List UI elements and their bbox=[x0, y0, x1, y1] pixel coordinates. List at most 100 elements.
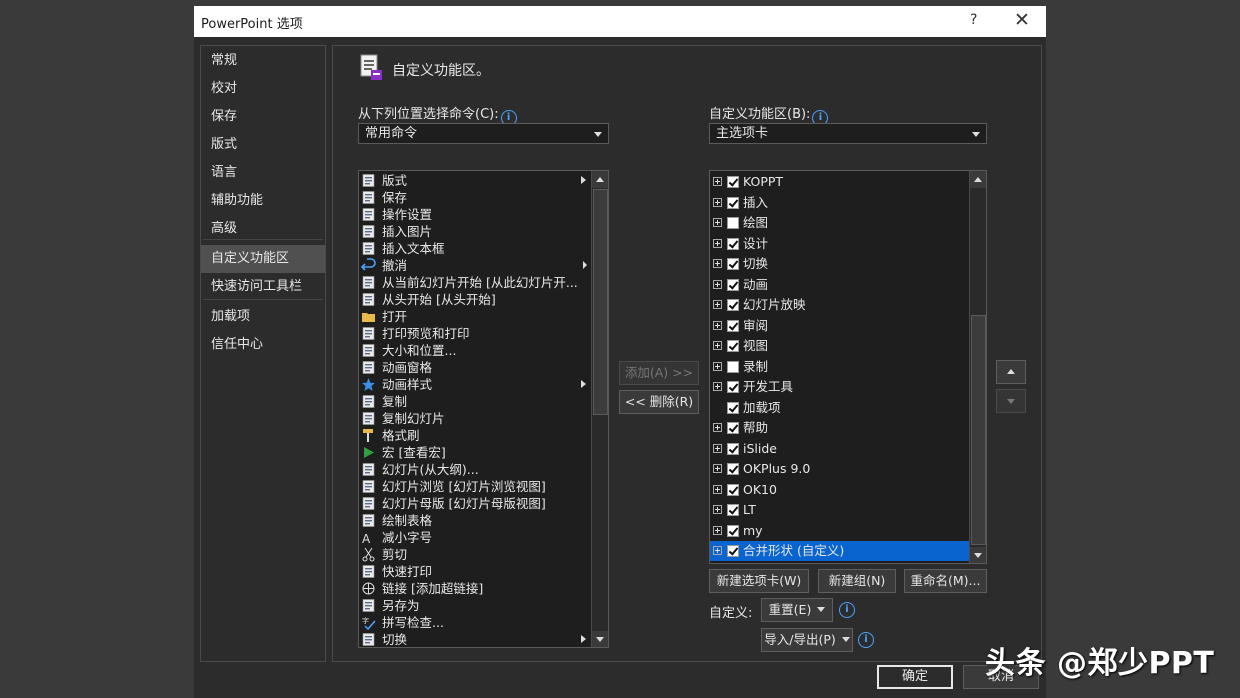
expand-plus-icon[interactable] bbox=[713, 218, 722, 227]
scroll-down-icon[interactable] bbox=[592, 631, 608, 647]
expand-plus-icon[interactable] bbox=[713, 279, 722, 289]
expand-plus-icon[interactable] bbox=[713, 382, 722, 391]
nav-item[interactable]: 快速访问工具栏 bbox=[201, 273, 325, 301]
close-icon[interactable]: ✕ bbox=[1014, 9, 1030, 31]
ribbon-tab-item[interactable]: 插入 bbox=[710, 193, 972, 213]
command-item[interactable]: 操作设置 bbox=[359, 206, 594, 223]
tab-checkbox[interactable] bbox=[727, 524, 739, 537]
new-group-button[interactable]: 新建组(N) bbox=[818, 569, 896, 593]
ribbon-tab-item[interactable]: 幻灯片放映 bbox=[710, 295, 972, 315]
ribbon-tab-item[interactable]: 设计 bbox=[710, 234, 972, 254]
command-item[interactable]: 动画窗格 bbox=[359, 359, 594, 376]
command-item[interactable]: 保存 bbox=[359, 189, 594, 206]
tab-checkbox[interactable] bbox=[727, 217, 739, 229]
ribbon-tab-item[interactable]: OKPlus 9.0 bbox=[710, 459, 972, 479]
expand-plus-icon[interactable] bbox=[713, 177, 722, 186]
ribbon-tab-item[interactable]: 帮助 bbox=[710, 418, 972, 438]
scroll-thumb[interactable] bbox=[971, 315, 986, 545]
tab-checkbox[interactable] bbox=[727, 422, 739, 434]
command-item[interactable]: A 减小字号 bbox=[359, 529, 594, 546]
command-item[interactable]: 撤消 bbox=[359, 257, 594, 274]
command-item[interactable]: 链接 [添加超链接] bbox=[359, 580, 594, 597]
ribbon-tab-item[interactable]: iSlide bbox=[710, 439, 972, 459]
command-item[interactable]: 复制幻灯片 bbox=[359, 410, 594, 427]
tab-checkbox[interactable] bbox=[727, 463, 739, 475]
help-button[interactable]: ? bbox=[970, 12, 977, 28]
nav-item[interactable]: 校对 bbox=[201, 75, 325, 103]
command-item[interactable]: 复制 bbox=[359, 393, 594, 410]
tab-checkbox[interactable] bbox=[727, 319, 739, 332]
ribbon-tab-item[interactable]: 视图 bbox=[710, 336, 972, 356]
tab-checkbox[interactable] bbox=[727, 360, 739, 373]
ribbon-tab-item[interactable]: 合并形状 (自定义) bbox=[710, 541, 969, 561]
ribbon-tab-item[interactable]: 开发工具 bbox=[710, 377, 972, 397]
command-item[interactable]: 字 拼写检查... bbox=[359, 614, 594, 631]
tab-checkbox[interactable] bbox=[727, 196, 739, 209]
nav-item[interactable]: 语言 bbox=[201, 159, 325, 187]
new-tab-button[interactable]: 新建选项卡(W) bbox=[709, 569, 809, 593]
nav-item[interactable]: 辅助功能 bbox=[201, 187, 325, 215]
command-item[interactable]: 打印预览和打印 bbox=[359, 325, 594, 342]
command-item[interactable]: 幻灯片(从大纲)... bbox=[359, 461, 594, 478]
tab-checkbox[interactable] bbox=[727, 299, 739, 311]
command-item[interactable]: 剪切 bbox=[359, 546, 594, 563]
nav-item[interactable]: 保存 bbox=[201, 103, 325, 131]
command-item[interactable]: 动画样式 bbox=[359, 376, 594, 393]
move-down-button[interactable] bbox=[996, 389, 1026, 413]
scroll-thumb[interactable] bbox=[593, 189, 608, 415]
remove-button[interactable]: << 删除(R) bbox=[619, 390, 699, 414]
ribbon-tab-item[interactable]: KOPPT bbox=[710, 172, 972, 192]
expand-plus-icon[interactable] bbox=[713, 341, 722, 350]
command-item[interactable]: 插入图片 bbox=[359, 223, 594, 240]
command-item[interactable]: 另存为 bbox=[359, 597, 594, 614]
expand-plus-icon[interactable] bbox=[713, 238, 722, 248]
tab-checkbox[interactable] bbox=[727, 381, 739, 393]
command-item[interactable]: 版式 bbox=[359, 172, 594, 189]
tab-checkbox[interactable] bbox=[727, 401, 739, 414]
rename-button[interactable]: 重命名(M)... bbox=[904, 569, 987, 593]
info-icon[interactable]: i bbox=[839, 602, 855, 618]
command-item[interactable]: 插入文本框 bbox=[359, 240, 594, 257]
command-item[interactable]: 打开 bbox=[359, 308, 594, 325]
ribbon-tab-item[interactable]: 录制 bbox=[710, 357, 972, 377]
tab-checkbox[interactable] bbox=[727, 340, 739, 352]
tab-checkbox[interactable] bbox=[727, 483, 739, 496]
ribbon-tab-item[interactable]: 切换 bbox=[710, 254, 972, 274]
command-item[interactable]: 大小和位置... bbox=[359, 342, 594, 359]
expand-plus-icon[interactable] bbox=[713, 300, 722, 309]
expand-plus-icon[interactable] bbox=[713, 484, 722, 494]
ribbon-tab-item[interactable]: 动画 bbox=[710, 275, 972, 295]
expand-plus-icon[interactable] bbox=[713, 320, 722, 330]
expand-plus-icon[interactable] bbox=[713, 361, 722, 371]
command-item[interactable]: 快速打印 bbox=[359, 563, 594, 580]
command-item[interactable]: 宏 [查看宏] bbox=[359, 444, 594, 461]
scroll-down-icon[interactable] bbox=[970, 547, 986, 563]
commands-list[interactable]: 版式 保存 操作设置 插入图片 插入文本框 撤消 从当前幻灯片开始 [从此幻灯片开... 从头… bbox=[358, 170, 609, 648]
import-export-dropdown[interactable]: 导入/导出(P) bbox=[761, 628, 853, 652]
reset-dropdown[interactable]: 重置(E) bbox=[761, 598, 833, 622]
command-item[interactable]: 幻灯片浏览 [幻灯片浏览视图] bbox=[359, 478, 594, 495]
ribbon-tabs-tree[interactable]: KOPPT 插入 绘图 设计 切换 动画 幻灯片放映 审阅 视图 录制 开发工具 加载项 帮助 iSlid… bbox=[709, 170, 987, 564]
command-item[interactable]: 格式刷 bbox=[359, 427, 594, 444]
command-item[interactable]: 切换 bbox=[359, 631, 594, 647]
ok-button[interactable]: 确定 bbox=[877, 665, 953, 689]
nav-item[interactable]: 版式 bbox=[201, 131, 325, 159]
info-icon[interactable]: i bbox=[858, 632, 874, 648]
expand-plus-icon[interactable] bbox=[713, 525, 722, 535]
nav-item[interactable]: 信任中心 bbox=[201, 331, 325, 359]
expand-plus-icon[interactable] bbox=[713, 546, 722, 555]
move-up-button[interactable] bbox=[996, 360, 1026, 384]
choose-commands-select[interactable]: 常用命令 bbox=[358, 123, 609, 144]
ribbon-tab-item[interactable]: LT bbox=[710, 500, 972, 520]
command-item[interactable]: 从头开始 [从头开始] bbox=[359, 291, 594, 308]
command-item[interactable]: 幻灯片母版 [幻灯片母版视图] bbox=[359, 495, 594, 512]
ribbon-tab-item[interactable]: 绘图 bbox=[710, 213, 972, 233]
expand-plus-icon[interactable] bbox=[713, 197, 722, 207]
nav-item[interactable]: 加载项 bbox=[201, 303, 325, 331]
command-item[interactable]: 绘制表格 bbox=[359, 512, 594, 529]
expand-plus-icon[interactable] bbox=[713, 259, 722, 268]
expand-plus-icon[interactable] bbox=[713, 423, 722, 432]
tab-checkbox[interactable] bbox=[727, 442, 739, 455]
tree-scrollbar[interactable] bbox=[969, 171, 986, 563]
split-arrow-icon[interactable] bbox=[583, 261, 587, 269]
